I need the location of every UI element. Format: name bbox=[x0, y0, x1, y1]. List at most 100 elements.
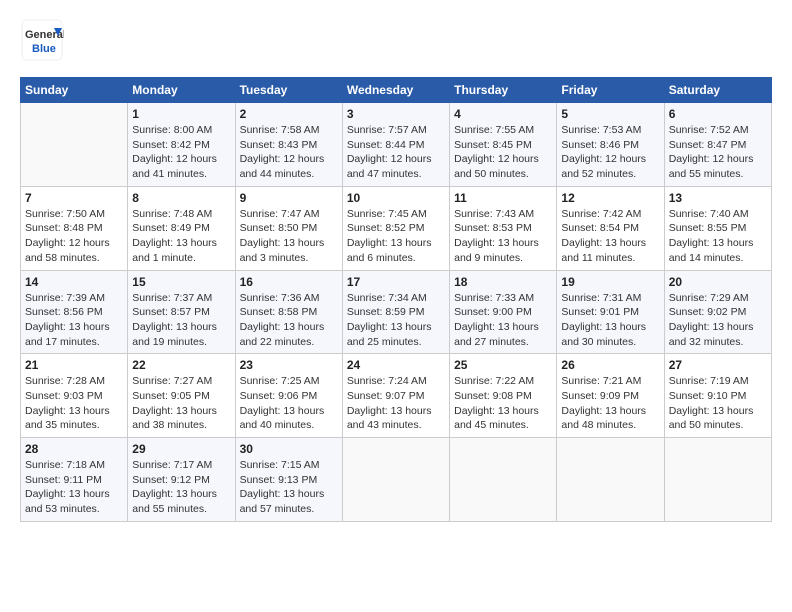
day-number: 24 bbox=[347, 358, 445, 372]
day-number: 4 bbox=[454, 107, 552, 121]
day-number: 29 bbox=[132, 442, 230, 456]
day-number: 7 bbox=[25, 191, 123, 205]
calendar-cell: 4Sunrise: 7:55 AM Sunset: 8:45 PM Daylig… bbox=[450, 103, 557, 187]
day-number: 19 bbox=[561, 275, 659, 289]
calendar-cell: 25Sunrise: 7:22 AM Sunset: 9:08 PM Dayli… bbox=[450, 354, 557, 438]
header: General Blue bbox=[20, 18, 772, 67]
calendar-cell bbox=[664, 438, 771, 522]
day-info: Sunrise: 7:29 AM Sunset: 9:02 PM Dayligh… bbox=[669, 291, 767, 350]
calendar-cell: 11 Sunrise: 7:43 AM Sunset: 8:53 PM Dayli… bbox=[450, 186, 557, 270]
day-info: Sunrise: 7:39 AM Sunset: 8:56 PM Dayligh… bbox=[25, 291, 123, 350]
day-number: 22 bbox=[132, 358, 230, 372]
calendar-cell: 12 Sunrise: 7:42 AM Sunset: 8:54 PM Dayli… bbox=[557, 186, 664, 270]
day-number: 30 bbox=[240, 442, 338, 456]
day-number: 16 bbox=[240, 275, 338, 289]
day-number: 12 bbox=[561, 191, 659, 205]
calendar-cell: 27 Sunrise: 7:19 AM Sunset: 9:10 PM Dayli… bbox=[664, 354, 771, 438]
day-number: 1 bbox=[132, 107, 230, 121]
day-info: Sunrise: 7:33 AM Sunset: 9:00 PM Dayligh… bbox=[454, 291, 552, 350]
calendar-cell: 20 Sunrise: 7:29 AM Sunset: 9:02 PM Dayli… bbox=[664, 270, 771, 354]
day-info: Sunrise: 7:52 AM Sunset: 8:47 PM Dayligh… bbox=[669, 123, 767, 182]
day-info: Sunrise: 7:43 AM Sunset: 8:53 PM Dayligh… bbox=[454, 207, 552, 266]
day-number: 18 bbox=[454, 275, 552, 289]
header-day-wednesday: Wednesday bbox=[342, 78, 449, 103]
svg-text:Blue: Blue bbox=[32, 43, 56, 55]
day-number: 27 bbox=[669, 358, 767, 372]
day-info: Sunrise: 7:36 AM Sunset: 8:58 PM Dayligh… bbox=[240, 291, 338, 350]
header-day-thursday: Thursday bbox=[450, 78, 557, 103]
day-number: 5 bbox=[561, 107, 659, 121]
calendar-cell: 7Sunrise: 7:50 AM Sunset: 8:48 PM Daylig… bbox=[21, 186, 128, 270]
day-info: Sunrise: 7:47 AM Sunset: 8:50 PM Dayligh… bbox=[240, 207, 338, 266]
day-number: 6 bbox=[669, 107, 767, 121]
calendar-cell: 30 Sunrise: 7:15 AM Sunset: 9:13 PM Dayli… bbox=[235, 438, 342, 522]
day-info: Sunrise: 7:34 AM Sunset: 8:59 PM Dayligh… bbox=[347, 291, 445, 350]
calendar-cell: 6 Sunrise: 7:52 AM Sunset: 8:47 PM Daylig… bbox=[664, 103, 771, 187]
header-row: SundayMondayTuesdayWednesdayThursdayFrid… bbox=[21, 78, 772, 103]
logo-icon: General Blue bbox=[20, 18, 64, 62]
calendar-cell: 8 Sunrise: 7:48 AM Sunset: 8:49 PM Daylig… bbox=[128, 186, 235, 270]
page-container: General Blue SundayMondayTuesdayWednesda… bbox=[0, 0, 792, 532]
calendar-cell bbox=[450, 438, 557, 522]
day-info: Sunrise: 7:37 AM Sunset: 8:57 PM Dayligh… bbox=[132, 291, 230, 350]
day-info: Sunrise: 7:24 AM Sunset: 9:07 PM Dayligh… bbox=[347, 374, 445, 433]
calendar-cell: 14 Sunrise: 7:39 AM Sunset: 8:56 PM Dayli… bbox=[21, 270, 128, 354]
day-number: 17 bbox=[347, 275, 445, 289]
calendar-cell bbox=[21, 103, 128, 187]
calendar-cell: 28 Sunrise: 7:18 AM Sunset: 9:11 PM Dayli… bbox=[21, 438, 128, 522]
calendar-cell: 5 Sunrise: 7:53 AM Sunset: 8:46 PM Daylig… bbox=[557, 103, 664, 187]
day-number: 15 bbox=[132, 275, 230, 289]
day-number: 13 bbox=[669, 191, 767, 205]
day-number: 26 bbox=[561, 358, 659, 372]
calendar-cell: 15 Sunrise: 7:37 AM Sunset: 8:57 PM Dayli… bbox=[128, 270, 235, 354]
day-info: Sunrise: 8:00 AM Sunset: 8:42 PM Dayligh… bbox=[132, 123, 230, 182]
day-info: Sunrise: 7:27 AM Sunset: 9:05 PM Dayligh… bbox=[132, 374, 230, 433]
day-number: 14 bbox=[25, 275, 123, 289]
week-row-1: 1 Sunrise: 8:00 AM Sunset: 8:42 PM Daylig… bbox=[21, 103, 772, 187]
logo: General Blue bbox=[20, 18, 64, 67]
day-number: 8 bbox=[132, 191, 230, 205]
calendar-cell bbox=[557, 438, 664, 522]
day-info: Sunrise: 7:21 AM Sunset: 9:09 PM Dayligh… bbox=[561, 374, 659, 433]
calendar-cell: 22 Sunrise: 7:27 AM Sunset: 9:05 PM Dayli… bbox=[128, 354, 235, 438]
day-info: Sunrise: 7:28 AM Sunset: 9:03 PM Dayligh… bbox=[25, 374, 123, 433]
calendar-cell: 10Sunrise: 7:45 AM Sunset: 8:52 PM Dayli… bbox=[342, 186, 449, 270]
calendar-cell: 21 Sunrise: 7:28 AM Sunset: 9:03 PM Dayli… bbox=[21, 354, 128, 438]
day-info: Sunrise: 7:15 AM Sunset: 9:13 PM Dayligh… bbox=[240, 458, 338, 517]
day-info: Sunrise: 7:31 AM Sunset: 9:01 PM Dayligh… bbox=[561, 291, 659, 350]
header-day-friday: Friday bbox=[557, 78, 664, 103]
day-info: Sunrise: 7:53 AM Sunset: 8:46 PM Dayligh… bbox=[561, 123, 659, 182]
week-row-2: 7Sunrise: 7:50 AM Sunset: 8:48 PM Daylig… bbox=[21, 186, 772, 270]
calendar-table: SundayMondayTuesdayWednesdayThursdayFrid… bbox=[20, 77, 772, 522]
week-row-4: 21 Sunrise: 7:28 AM Sunset: 9:03 PM Dayli… bbox=[21, 354, 772, 438]
calendar-cell: 19 Sunrise: 7:31 AM Sunset: 9:01 PM Dayli… bbox=[557, 270, 664, 354]
day-info: Sunrise: 7:40 AM Sunset: 8:55 PM Dayligh… bbox=[669, 207, 767, 266]
day-info: Sunrise: 7:42 AM Sunset: 8:54 PM Dayligh… bbox=[561, 207, 659, 266]
calendar-cell: 17 Sunrise: 7:34 AM Sunset: 8:59 PM Dayli… bbox=[342, 270, 449, 354]
day-number: 23 bbox=[240, 358, 338, 372]
header-day-tuesday: Tuesday bbox=[235, 78, 342, 103]
day-info: Sunrise: 7:25 AM Sunset: 9:06 PM Dayligh… bbox=[240, 374, 338, 433]
day-number: 20 bbox=[669, 275, 767, 289]
calendar-cell: 29Sunrise: 7:17 AM Sunset: 9:12 PM Dayli… bbox=[128, 438, 235, 522]
calendar-cell: 1 Sunrise: 8:00 AM Sunset: 8:42 PM Daylig… bbox=[128, 103, 235, 187]
week-row-3: 14 Sunrise: 7:39 AM Sunset: 8:56 PM Dayli… bbox=[21, 270, 772, 354]
day-info: Sunrise: 7:58 AM Sunset: 8:43 PM Dayligh… bbox=[240, 123, 338, 182]
week-row-5: 28 Sunrise: 7:18 AM Sunset: 9:11 PM Dayli… bbox=[21, 438, 772, 522]
day-info: Sunrise: 7:19 AM Sunset: 9:10 PM Dayligh… bbox=[669, 374, 767, 433]
day-number: 2 bbox=[240, 107, 338, 121]
day-number: 21 bbox=[25, 358, 123, 372]
day-info: Sunrise: 7:18 AM Sunset: 9:11 PM Dayligh… bbox=[25, 458, 123, 517]
header-day-sunday: Sunday bbox=[21, 78, 128, 103]
day-info: Sunrise: 7:57 AM Sunset: 8:44 PM Dayligh… bbox=[347, 123, 445, 182]
day-number: 3 bbox=[347, 107, 445, 121]
calendar-cell: 2 Sunrise: 7:58 AM Sunset: 8:43 PM Daylig… bbox=[235, 103, 342, 187]
day-number: 10 bbox=[347, 191, 445, 205]
day-number: 25 bbox=[454, 358, 552, 372]
calendar-cell: 13 Sunrise: 7:40 AM Sunset: 8:55 PM Dayli… bbox=[664, 186, 771, 270]
day-number: 11 bbox=[454, 191, 552, 205]
day-info: Sunrise: 7:48 AM Sunset: 8:49 PM Dayligh… bbox=[132, 207, 230, 266]
day-number: 28 bbox=[25, 442, 123, 456]
header-day-saturday: Saturday bbox=[664, 78, 771, 103]
day-number: 9 bbox=[240, 191, 338, 205]
